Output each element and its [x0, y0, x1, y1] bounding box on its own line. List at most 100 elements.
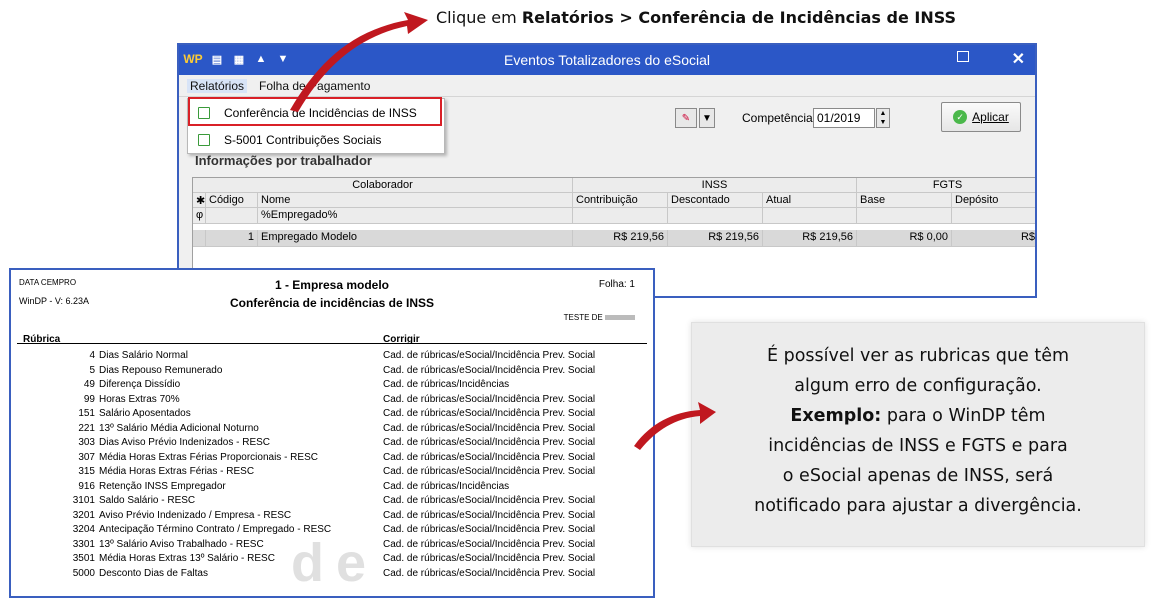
- report-rubrica-code: 5000: [72, 567, 95, 579]
- filter-atual[interactable]: [763, 208, 857, 223]
- report-corrigir: Cad. de rúbricas/eSocial/Incidência Prev…: [383, 509, 596, 521]
- report-rubrica: 99 Horas Extras 70%: [17, 394, 180, 405]
- report-rubrica-desc: Desconto Dias de Faltas: [99, 567, 208, 579]
- report-rubrica-desc: Dias Repouso Remunerado: [99, 364, 223, 376]
- filter-nome[interactable]: %Empregado%: [258, 208, 573, 223]
- report-rubrica: 307 Média Horas Extras Férias Proporciona…: [17, 452, 318, 463]
- check-icon: ✓: [953, 110, 968, 124]
- competencia-input[interactable]: 01/2019: [813, 108, 875, 128]
- report-row: 5 Dias Repouso Remunerado Cad. de rúbricas…: [17, 365, 647, 380]
- note-line: incidências de INSS e FGTS e para: [768, 436, 1068, 456]
- report-rubrica-code: 3301: [72, 538, 95, 550]
- report-row: 307 Média Horas Extras Férias Proporciona…: [17, 452, 647, 467]
- eraser-icon[interactable]: ✎: [675, 108, 697, 128]
- filter-descontado[interactable]: [668, 208, 763, 223]
- group-fgts: FGTS: [932, 179, 963, 191]
- report-title: Conferência de incidências de INSS: [229, 296, 435, 310]
- report-rubrica-desc: Média Horas Extras Férias - RESC: [99, 466, 255, 477]
- report-rubrica-desc: 13º Salário Média Adicional Noturno: [99, 422, 259, 434]
- report-rubrica-code: 307: [78, 451, 95, 463]
- redacted-name: [605, 315, 635, 321]
- report-corrigir: Cad. de rúbricas/eSocial/Incidência Prev…: [383, 437, 596, 448]
- menu-folha-de-pagamento[interactable]: Folha de Pagamento: [259, 79, 370, 93]
- report-row: 3501 Média Horas Extras 13º Salário - RES…: [17, 553, 647, 568]
- report-rubrica: 49 Diferença Dissídio: [17, 379, 180, 390]
- report-corrigir: Cad. de rúbricas/Incidências: [383, 379, 510, 390]
- report-rubrica-code: 3204: [72, 524, 95, 535]
- col-contribuicao[interactable]: Contribuição: [573, 193, 668, 208]
- menubar: Relatórios Folha de Pagamento: [179, 75, 1035, 97]
- report-rubrica: 3201 Aviso Prévio Indenizado / Empresa - …: [17, 510, 291, 521]
- report-rule: [17, 343, 647, 344]
- instruction-prefix: Clique em: [436, 8, 522, 27]
- filter-codigo[interactable]: [206, 208, 258, 223]
- filter-contribuicao[interactable]: [573, 208, 668, 223]
- report-rubrica-code: 5: [89, 364, 95, 376]
- report-corrigir: Cad. de rúbricas/eSocial/Incidência Prev…: [383, 451, 596, 463]
- col-codigo[interactable]: Código: [206, 193, 258, 208]
- report-rubrica-desc: Retenção INSS Empregador: [99, 480, 226, 492]
- report-rubrica-code: 49: [83, 379, 95, 390]
- report-rubrica-desc: Diferença Dissídio: [99, 379, 181, 390]
- restore-icon[interactable]: [957, 51, 969, 62]
- filter-deposito[interactable]: [952, 208, 1035, 223]
- report-corrigir: Cad. de rúbricas/eSocial/Incidência Prev…: [383, 393, 596, 405]
- col-deposito[interactable]: Depósito: [952, 193, 1035, 208]
- report-rubrica-code: 3501: [72, 553, 95, 564]
- report-corrigir: Cad. de rúbricas/Incidências: [383, 480, 510, 492]
- col-atual[interactable]: Atual: [763, 193, 857, 208]
- asterisk-icon: ✱: [193, 193, 206, 208]
- note-line: algum erro de configuração.: [794, 376, 1042, 396]
- competencia-label: Competência:: [742, 111, 817, 125]
- filter-base[interactable]: [857, 208, 952, 223]
- report-rubrica-desc: Média Horas Extras 13º Salário - RESC: [99, 553, 275, 564]
- report-rubrica-desc: Dias Salário Normal: [99, 350, 188, 361]
- report-rubrica-desc: Saldo Salário - RESC: [99, 495, 196, 506]
- menu-item-s5001[interactable]: S-5001 Contribuições Sociais: [188, 127, 444, 153]
- report-user: TESTE DE: [564, 313, 635, 322]
- competencia-spinner[interactable]: ▲ ▼: [876, 108, 890, 128]
- report-rubrica: 916 Retenção INSS Empregador: [17, 480, 226, 492]
- report-rubrica: 3204 Antecipação Término Contrato / Empre…: [17, 524, 331, 535]
- close-icon[interactable]: ✕: [1012, 49, 1025, 69]
- report-corrigir: Cad. de rúbricas/eSocial/Incidência Prev…: [383, 408, 596, 419]
- report-rubrica: 5 Dias Repouso Remunerado: [17, 365, 222, 376]
- report-corrigir: Cad. de rúbricas/eSocial/Incidência Prev…: [383, 495, 596, 506]
- cell-nome: Empregado Modelo: [258, 230, 573, 247]
- group-colaborador: Colaborador: [193, 178, 573, 193]
- col-base[interactable]: Base: [857, 193, 952, 208]
- report-row: 49 Diferença Dissídio Cad. de rúbricas/Inc…: [17, 379, 647, 394]
- report-rubrica-code: 3201: [72, 509, 95, 521]
- report-rubrica-code: 99: [83, 393, 95, 405]
- report-rubrica-desc: Horas Extras 70%: [99, 393, 180, 405]
- note-line-text: para o WinDP têm: [881, 406, 1046, 426]
- col-descontado[interactable]: Descontado: [668, 193, 763, 208]
- report-rubrica: 5000 Desconto Dias de Faltas: [17, 568, 208, 579]
- report-page: Folha: 1: [598, 279, 635, 290]
- report-row: 303 Dias Aviso Prévio Indenizados - RESC C…: [17, 437, 647, 452]
- report-row: 3301 13º Salário Aviso Trabalhado - RESC C…: [17, 539, 647, 554]
- cell-deposito: R$: [1020, 231, 1035, 243]
- col-nome[interactable]: Nome: [258, 193, 573, 208]
- report-row: 221 13º Salário Média Adicional Noturno Ca…: [17, 423, 647, 438]
- group-inss: INSS: [573, 178, 857, 193]
- table-row[interactable]: 1 Empregado Modelo R$ 219,56 R$ 219,56 R…: [193, 230, 1035, 247]
- chevron-down-icon[interactable]: ▼: [699, 108, 715, 128]
- report-rubrica-desc: Dias Aviso Prévio Indenizados - RESC: [99, 437, 271, 448]
- report-rubrica-desc: Salário Aposentados: [99, 408, 191, 419]
- menu-relatorios[interactable]: Relatórios: [187, 79, 248, 93]
- report-corrigir: Cad. de rúbricas/eSocial/Incidência Prev…: [383, 567, 596, 579]
- report-row: 3204 Antecipação Término Contrato / Empre…: [17, 524, 647, 539]
- report-corrigir: Cad. de rúbricas/eSocial/Incidência Prev…: [383, 524, 596, 535]
- instruction-text: Clique em Relatórios > Conferência de In…: [436, 8, 956, 27]
- report-rubrica-code: 4: [89, 350, 95, 361]
- report-rubrica: 3501 Média Horas Extras 13º Salário - RES…: [17, 553, 275, 564]
- cell-contribuicao: R$ 219,56: [573, 230, 668, 247]
- aplicar-button[interactable]: ✓ Aplicar: [941, 102, 1021, 132]
- report-rubrica-desc: Aviso Prévio Indenizado / Empresa - RESC: [99, 509, 292, 521]
- report-user-label: TESTE DE: [563, 313, 603, 322]
- note-line: É possível ver as rubricas que têm: [766, 346, 1070, 366]
- highlight-box: [188, 97, 442, 126]
- report-rubrica: 315 Média Horas Extras Férias - RESC: [17, 466, 254, 477]
- cell-base: R$ 0,00: [857, 230, 952, 247]
